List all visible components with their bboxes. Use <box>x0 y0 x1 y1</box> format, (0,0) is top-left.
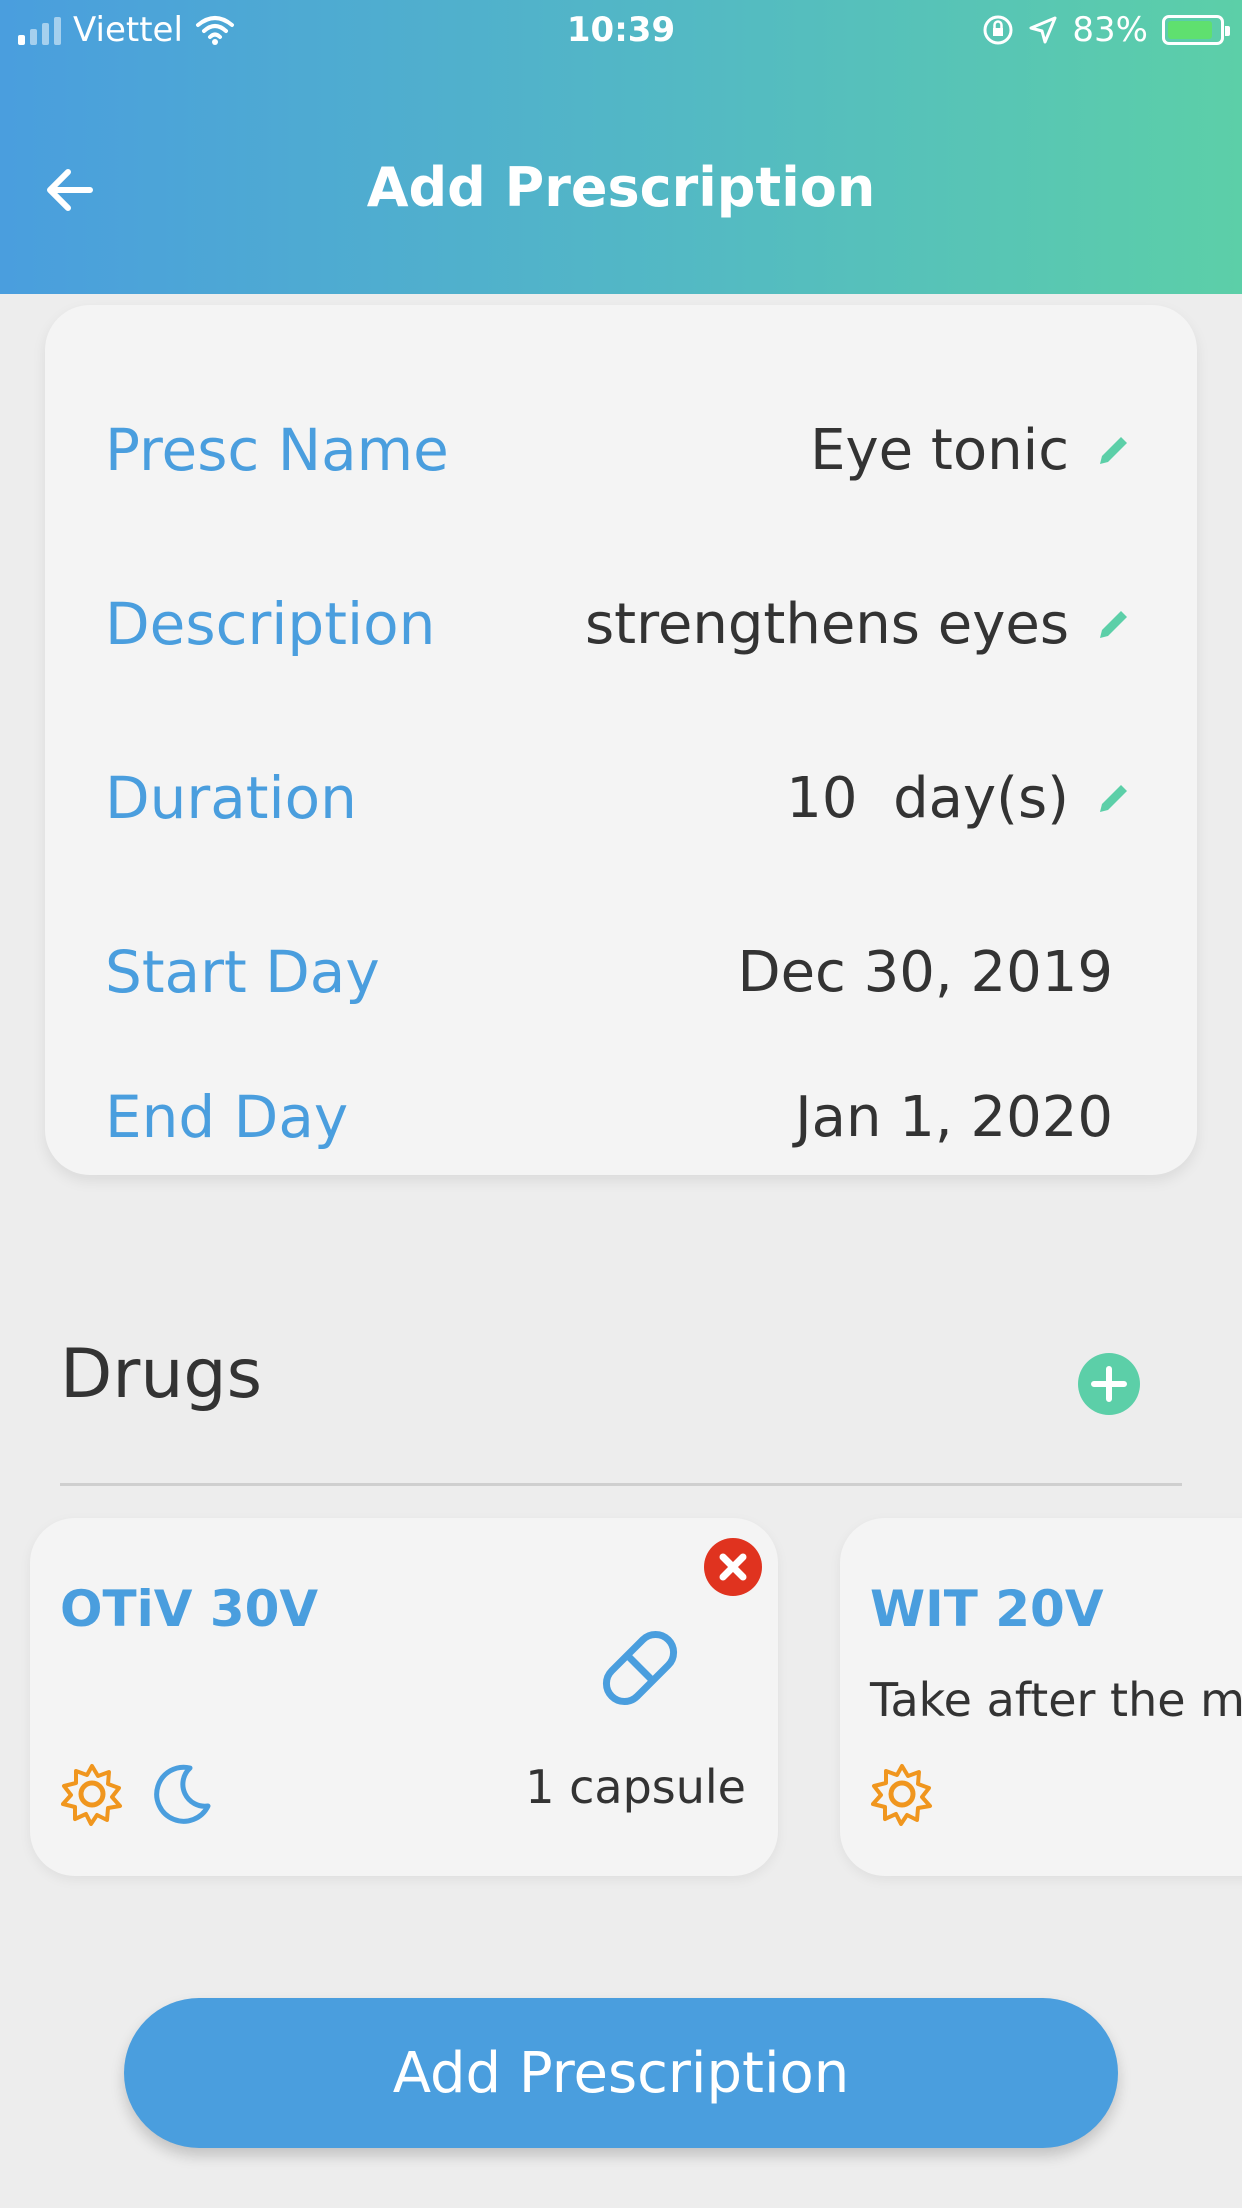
presc-name-value[interactable]: Eye tonic <box>810 418 1069 483</box>
sun-icon <box>61 1764 122 1826</box>
location-icon <box>1029 16 1057 44</box>
status-bar: Viettel 10:39 83% <box>0 0 1242 62</box>
start-day-value[interactable]: Dec 30, 2019 <box>737 940 1113 1005</box>
battery-percent: 83% <box>1072 10 1148 50</box>
battery-icon <box>1162 15 1230 45</box>
drug-card[interactable]: WIT 20V Take after the me <box>840 1518 1242 1876</box>
drug-note: Take after the me <box>870 1673 1242 1727</box>
edit-pencil-icon[interactable] <box>1091 775 1137 821</box>
plus-icon <box>1091 1366 1127 1402</box>
add-prescription-button[interactable]: Add Prescription <box>124 1998 1118 2148</box>
end-day-value[interactable]: Jan 1, 2020 <box>795 1085 1113 1150</box>
end-day-label: End Day <box>105 1083 349 1151</box>
capsule-icon <box>602 1630 678 1706</box>
drug-dose: 1 capsule <box>525 1760 746 1814</box>
moon-icon <box>154 1764 211 1824</box>
section-divider <box>60 1483 1182 1486</box>
drug-name: WIT 20V <box>870 1580 1104 1638</box>
page-title: Add Prescription <box>366 156 876 219</box>
row-presc-name[interactable]: Presc Name Eye tonic <box>105 405 1137 495</box>
row-start-day[interactable]: Start Day Dec 30, 2019 <box>105 927 1137 1017</box>
remove-drug-button[interactable] <box>704 1538 762 1596</box>
drug-card[interactable]: OTiV 30V 1 capsule <box>30 1518 778 1876</box>
drug-name: OTiV 30V <box>60 1580 319 1638</box>
row-end-day[interactable]: End Day Jan 1, 2020 <box>105 1072 1137 1162</box>
duration-value[interactable]: 10 day(s) <box>786 766 1069 831</box>
edit-pencil-icon[interactable] <box>1091 427 1137 473</box>
description-value[interactable]: strengthens eyes <box>585 592 1069 657</box>
app-header: Viettel 10:39 83% Add Prescription <box>0 0 1242 294</box>
description-label: Description <box>105 590 436 658</box>
close-icon <box>719 1553 747 1581</box>
row-duration[interactable]: Duration 10 day(s) <box>105 753 1137 843</box>
start-day-label: Start Day <box>105 938 380 1006</box>
edit-pencil-icon[interactable] <box>1091 601 1137 647</box>
prescription-details-card: Presc Name Eye tonic Description strengt… <box>45 305 1197 1175</box>
row-description[interactable]: Description strengthens eyes <box>105 579 1137 669</box>
duration-label: Duration <box>105 764 357 832</box>
rotation-lock-icon <box>983 15 1013 45</box>
presc-name-label: Presc Name <box>105 416 449 484</box>
add-drug-button[interactable] <box>1078 1353 1140 1415</box>
drugs-section-title: Drugs <box>60 1335 263 1414</box>
sun-icon <box>871 1764 932 1826</box>
